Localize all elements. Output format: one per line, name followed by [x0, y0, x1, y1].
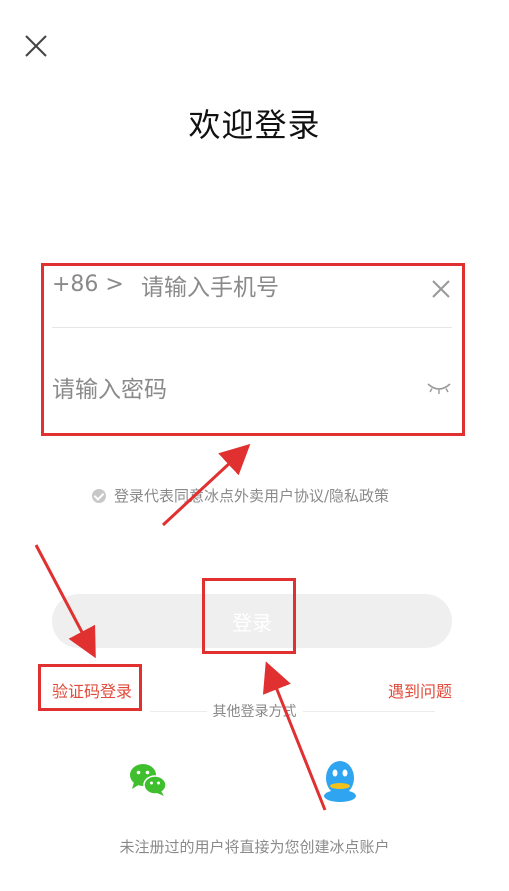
- arrow-to-inputs: [161, 443, 251, 527]
- arrow-to-login: [262, 661, 327, 811]
- arrow-to-sms: [34, 544, 96, 659]
- annotation-arrows: [34, 443, 327, 811]
